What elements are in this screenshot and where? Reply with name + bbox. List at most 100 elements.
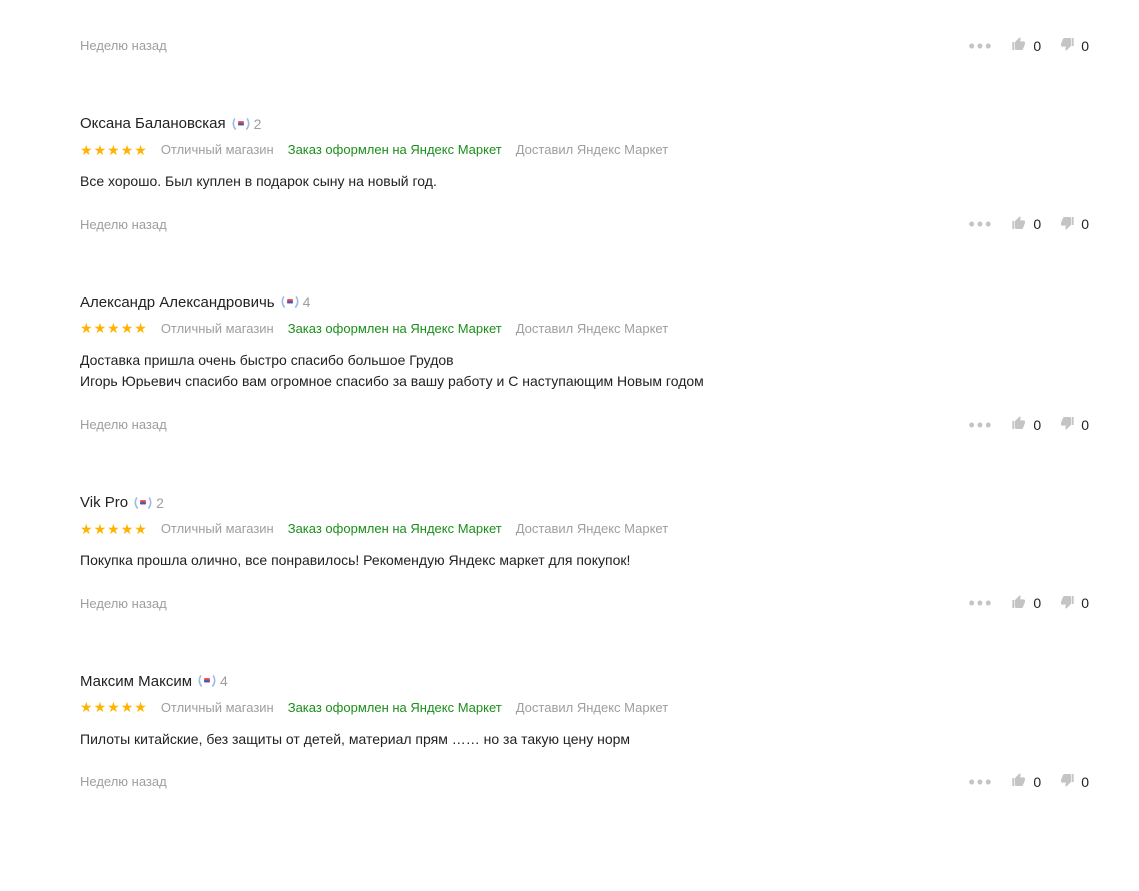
author-name[interactable]: Vik Pro [80,494,128,511]
author-badge: 4 [197,673,228,689]
star-icon: ★ [134,143,147,157]
author-level: 4 [303,294,311,310]
thumb-down-icon [1059,415,1075,434]
time-ago: Неделю назад [80,217,969,232]
time-ago: Неделю назад [80,417,969,432]
star-icon: ★ [80,143,93,157]
star-icon: ★ [107,522,120,536]
star-icon: ★ [94,522,107,536]
more-menu-icon[interactable]: ••• [969,773,994,791]
order-info[interactable]: Заказ оформлен на Яндекс Маркет [288,321,502,336]
laurel-icon [280,295,300,309]
laurel-icon [133,496,153,510]
shop-summary: Отличный магазин [161,142,274,157]
thumb-up-icon [1011,772,1027,791]
review-item: Vik Pro 2 ★ ★ ★ ★ ★ [80,494,1089,613]
time-ago: Неделю назад [80,38,969,53]
star-rating: ★ ★ ★ ★ ★ [80,700,147,714]
review-author-row: Vik Pro 2 [80,494,1089,511]
author-badge: 2 [133,495,164,511]
star-icon: ★ [80,522,93,536]
time-ago: Неделю назад [80,596,969,611]
dislike-button[interactable]: 0 [1059,215,1089,234]
dislike-button[interactable]: 0 [1059,594,1089,613]
dislike-count: 0 [1081,774,1089,790]
star-icon: ★ [107,143,120,157]
like-button[interactable]: 0 [1011,36,1041,55]
dislike-count: 0 [1081,417,1089,433]
review-text: Все хорошо. Был куплен в подарок сыну на… [80,171,1089,193]
more-menu-icon[interactable]: ••• [969,416,994,434]
author-name[interactable]: Александр Александровичь [80,294,275,311]
like-button[interactable]: 0 [1011,772,1041,791]
star-icon: ★ [94,700,107,714]
review-footer: Неделю назад ••• 0 0 [80,215,1089,234]
author-level: 2 [156,495,164,511]
author-badge: 2 [231,116,262,132]
delivery-info: Доставил Яндекс Маркет [516,142,668,157]
laurel-icon [197,674,217,688]
review-actions: ••• 0 0 [969,36,1090,55]
star-icon: ★ [107,700,120,714]
review-author-row: Максим Максим 4 [80,673,1089,690]
star-icon: ★ [134,522,147,536]
like-count: 0 [1033,595,1041,611]
laurel-icon [231,117,251,131]
review-footer: Неделю назад ••• 0 0 [80,36,1089,55]
shop-summary: Отличный магазин [161,521,274,536]
delivery-info: Доставил Яндекс Маркет [516,321,668,336]
review-item: Оксана Балановская 2 ★ ★ ★ ★ [80,115,1089,234]
star-icon: ★ [80,700,93,714]
dislike-button[interactable]: 0 [1059,772,1089,791]
thumb-up-icon [1011,36,1027,55]
shop-summary: Отличный магазин [161,700,274,715]
delivery-info: Доставил Яндекс Маркет [516,521,668,536]
star-icon: ★ [80,321,93,335]
review-meta: ★ ★ ★ ★ ★ Отличный магазин Заказ оформле… [80,321,1089,336]
dislike-button[interactable]: 0 [1059,36,1089,55]
star-rating: ★ ★ ★ ★ ★ [80,522,147,536]
thumb-down-icon [1059,772,1075,791]
review-footer: Неделю назад ••• 0 0 [80,415,1089,434]
more-menu-icon[interactable]: ••• [969,37,994,55]
thumb-up-icon [1011,594,1027,613]
time-ago: Неделю назад [80,774,969,789]
thumb-down-icon [1059,594,1075,613]
review-actions: ••• 0 0 [969,415,1090,434]
star-icon: ★ [121,321,134,335]
order-info[interactable]: Заказ оформлен на Яндекс Маркет [288,700,502,715]
star-rating: ★ ★ ★ ★ ★ [80,143,147,157]
review-meta: ★ ★ ★ ★ ★ Отличный магазин Заказ оформле… [80,700,1089,715]
author-badge: 4 [280,294,311,310]
star-icon: ★ [134,700,147,714]
review-meta: ★ ★ ★ ★ ★ Отличный магазин Заказ оформле… [80,521,1089,536]
author-level: 2 [254,116,262,132]
star-icon: ★ [121,143,134,157]
like-count: 0 [1033,38,1041,54]
like-button[interactable]: 0 [1011,594,1041,613]
dislike-button[interactable]: 0 [1059,415,1089,434]
star-icon: ★ [134,321,147,335]
star-icon: ★ [94,143,107,157]
review-footer: Неделю назад ••• 0 0 [80,772,1089,791]
review-actions: ••• 0 0 [969,215,1090,234]
review-author-row: Оксана Балановская 2 [80,115,1089,132]
order-info[interactable]: Заказ оформлен на Яндекс Маркет [288,521,502,536]
star-icon: ★ [121,522,134,536]
order-info[interactable]: Заказ оформлен на Яндекс Маркет [288,142,502,157]
author-name[interactable]: Оксана Балановская [80,115,226,132]
review-footer: Неделю назад ••• 0 0 [80,594,1089,613]
like-button[interactable]: 0 [1011,215,1041,234]
like-button[interactable]: 0 [1011,415,1041,434]
review-text: Доставка пришла очень быстро спасибо бол… [80,350,1089,393]
more-menu-icon[interactable]: ••• [969,215,994,233]
thumb-up-icon [1011,415,1027,434]
thumb-down-icon [1059,215,1075,234]
like-count: 0 [1033,216,1041,232]
dislike-count: 0 [1081,595,1089,611]
author-name[interactable]: Максим Максим [80,673,192,690]
like-count: 0 [1033,417,1041,433]
more-menu-icon[interactable]: ••• [969,594,994,612]
star-rating: ★ ★ ★ ★ ★ [80,321,147,335]
review-author-row: Александр Александровичь 4 [80,294,1089,311]
